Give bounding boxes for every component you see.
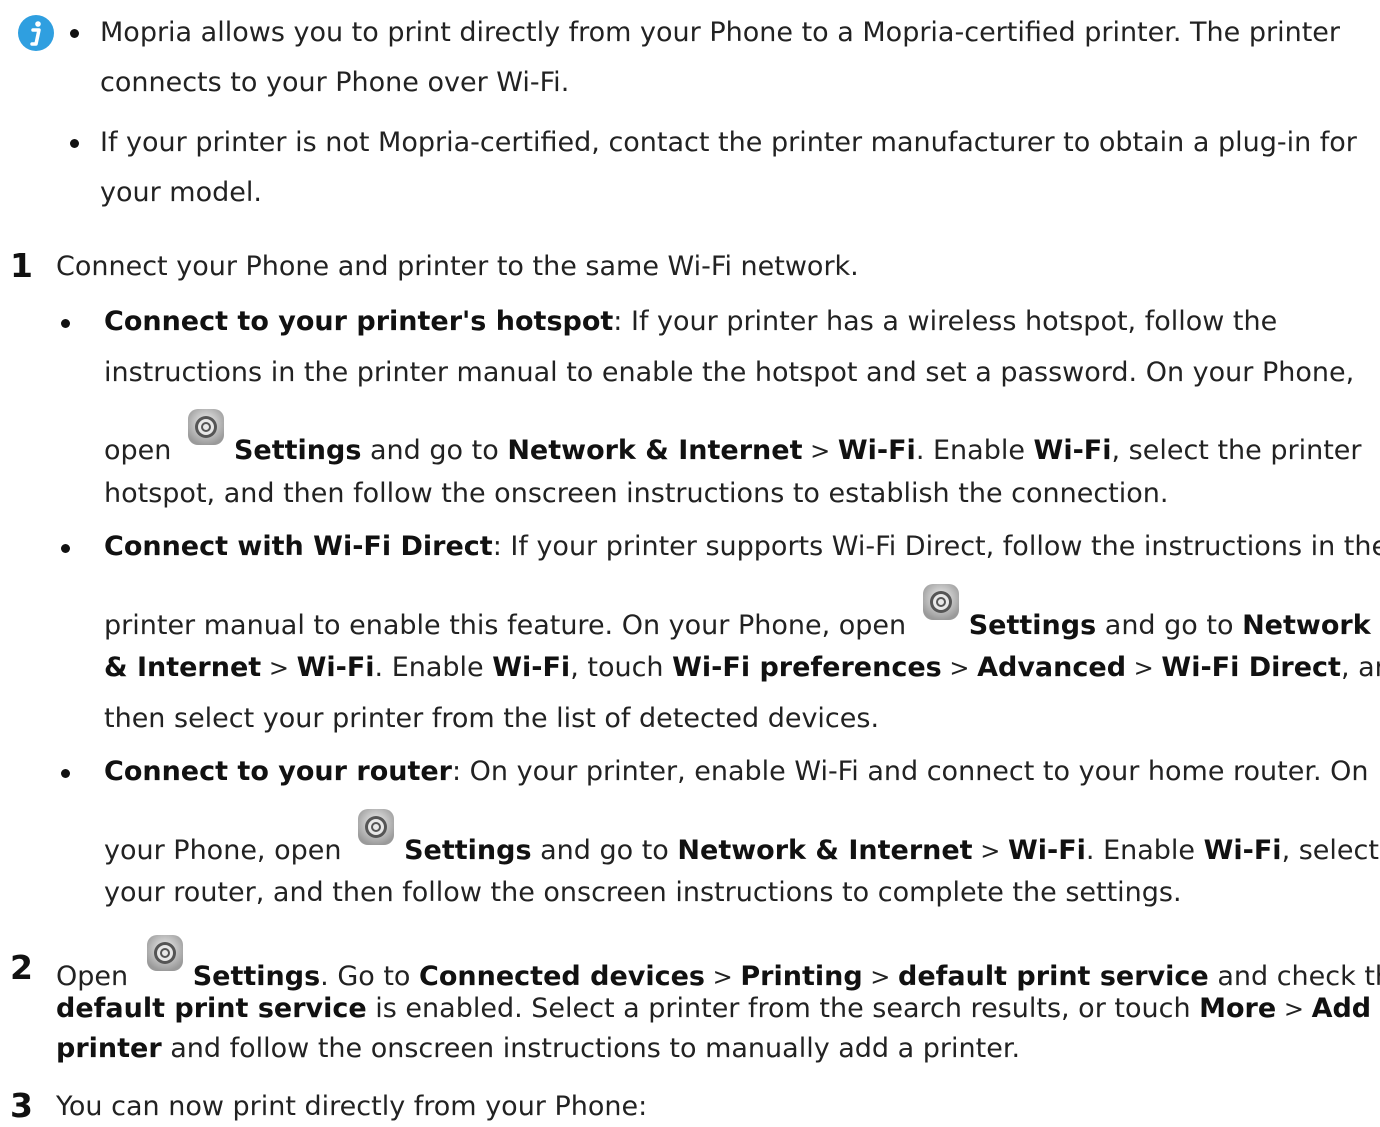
- bullet-1-line-4: hotspot, and then follow the onscreen in…: [104, 478, 1169, 509]
- bullet: [61, 544, 70, 553]
- note-item-1-line-2: connects to your Phone over Wi-Fi.: [100, 67, 570, 98]
- bullet-1-line-3: open Settings and go to Network & Intern…: [104, 423, 1362, 471]
- step-number: 3: [10, 1086, 33, 1125]
- bullet-3-line-2: your Phone, open Settings and go to Netw…: [104, 823, 1379, 871]
- bullet: [70, 29, 79, 38]
- note-item-1-line-1: Mopria allows you to print directly from…: [100, 17, 1340, 48]
- note-item-2-line-1: If your printer is not Mopria-certified,…: [100, 127, 1357, 158]
- bullet-2-line-3: & Internet > Wi-Fi. Enable Wi-Fi, touch …: [104, 652, 1380, 683]
- settings-gear-icon: [356, 807, 396, 847]
- bullet-3-line-1: Connect to your router: On your printer,…: [104, 756, 1369, 787]
- info-icon: [18, 15, 54, 51]
- step-1-text: Connect your Phone and printer to the sa…: [56, 251, 859, 282]
- step-number: 2: [10, 948, 33, 987]
- bullet-1-line-2: instructions in the printer manual to en…: [104, 357, 1355, 388]
- bullet-1-line-1: Connect to your printer's hotspot: If yo…: [104, 306, 1278, 337]
- bullet-2-line-1: Connect with Wi-Fi Direct: If your print…: [104, 531, 1380, 562]
- bullet-2-line-2: printer manual to enable this feature. O…: [104, 598, 1371, 646]
- step-2-line-2: default print service is enabled. Select…: [56, 993, 1372, 1024]
- bullet-3-line-3: your router, and then follow the onscree…: [104, 877, 1182, 908]
- settings-gear-icon: [921, 582, 961, 622]
- bullet: [70, 139, 79, 148]
- note-item-2-line-2: your model.: [100, 177, 262, 208]
- step-2-line-3: printer and follow the onscreen instruct…: [56, 1033, 1021, 1064]
- bullet-2-line-4: then select your printer from the list o…: [104, 703, 880, 734]
- settings-gear-icon: [186, 407, 226, 447]
- bullet: [61, 319, 70, 328]
- settings-gear-icon: [145, 933, 185, 973]
- bullet: [61, 769, 70, 778]
- step-number: 1: [10, 246, 33, 285]
- step-3-text: You can now print directly from your Pho…: [56, 1091, 648, 1122]
